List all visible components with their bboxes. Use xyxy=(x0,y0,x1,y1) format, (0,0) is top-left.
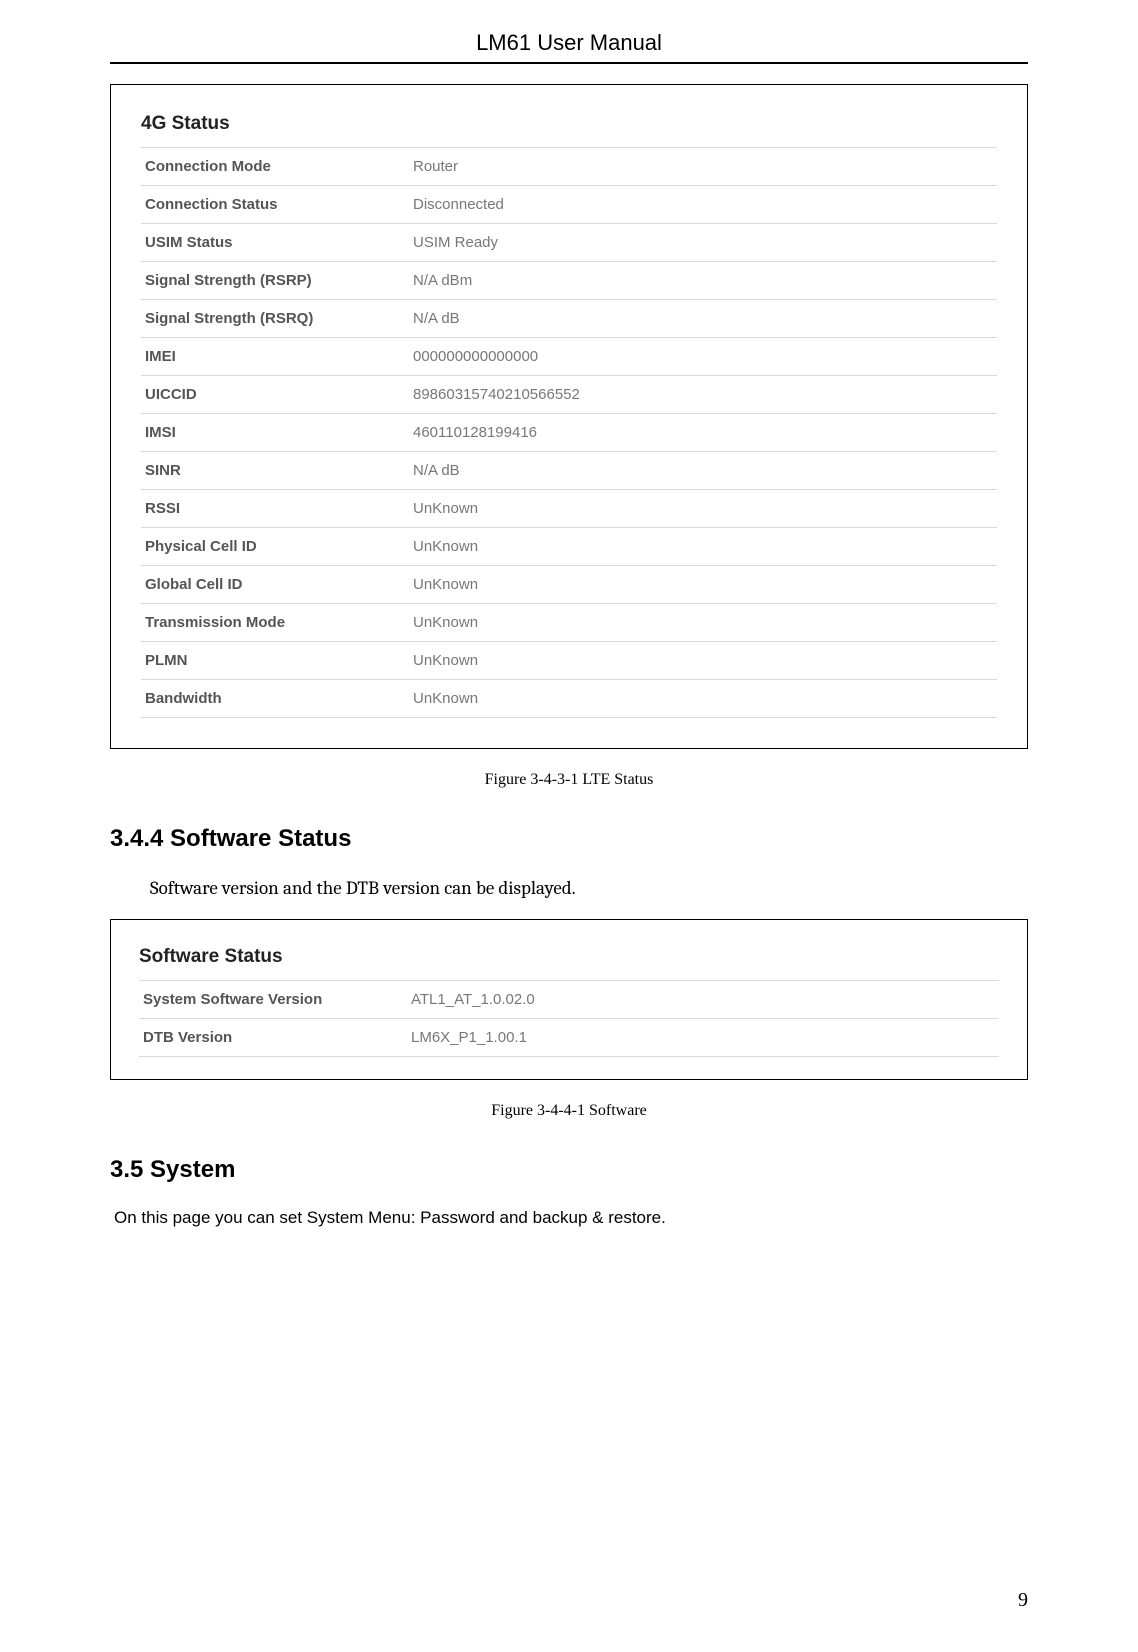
row-value: LM6X_P1_1.00.1 xyxy=(407,1019,999,1057)
row-value: 89860315740210566552 xyxy=(409,376,997,414)
row-label: Transmission Mode xyxy=(141,604,409,642)
section-heading-software-status: 3.4.4 Software Status xyxy=(110,825,1028,853)
row-value: ATL1_AT_1.0.02.0 xyxy=(407,981,999,1019)
table-row: USIM Status USIM Ready xyxy=(141,224,997,262)
row-value: UnKnown xyxy=(409,680,997,718)
table-row: PLMN UnKnown xyxy=(141,642,997,680)
row-label: Global Cell ID xyxy=(141,566,409,604)
row-label: SINR xyxy=(141,452,409,490)
header-rule xyxy=(110,62,1028,64)
row-label: UICCID xyxy=(141,376,409,414)
row-value: N/A dBm xyxy=(409,262,997,300)
table-row: Bandwidth UnKnown xyxy=(141,680,997,718)
table-row: DTB Version LM6X_P1_1.00.1 xyxy=(139,1019,999,1057)
row-label: USIM Status xyxy=(141,224,409,262)
manual-title: LM61 User Manual xyxy=(110,30,1028,56)
software-status-body: Software version and the DTB version can… xyxy=(150,877,1028,899)
row-label: Connection Status xyxy=(141,186,409,224)
figure-caption-lte: Figure 3-4-3-1 LTE Status xyxy=(110,771,1028,789)
row-value: UnKnown xyxy=(409,642,997,680)
4g-status-title: 4G Status xyxy=(141,105,997,147)
row-value: 460110128199416 xyxy=(409,414,997,452)
row-value: N/A dB xyxy=(409,452,997,490)
row-label: IMEI xyxy=(141,338,409,376)
software-status-table: System Software Version ATL1_AT_1.0.02.0… xyxy=(139,980,999,1057)
row-value: UnKnown xyxy=(409,490,997,528)
table-row: Connection Status Disconnected xyxy=(141,186,997,224)
table-row: IMEI 000000000000000 xyxy=(141,338,997,376)
row-label: RSSI xyxy=(141,490,409,528)
row-label: Connection Mode xyxy=(141,148,409,186)
figure-caption-software: Figure 3-4-4-1 Software xyxy=(110,1102,1028,1120)
4g-status-panel: 4G Status Connection Mode Router Connect… xyxy=(110,84,1028,749)
row-value: UnKnown xyxy=(409,528,997,566)
row-label: DTB Version xyxy=(139,1019,407,1057)
table-row: UICCID 89860315740210566552 xyxy=(141,376,997,414)
row-value: UnKnown xyxy=(409,566,997,604)
row-label: Signal Strength (RSRP) xyxy=(141,262,409,300)
table-row: IMSI 460110128199416 xyxy=(141,414,997,452)
4g-status-table: Connection Mode Router Connection Status… xyxy=(141,147,997,718)
row-value: Router xyxy=(409,148,997,186)
row-label: Signal Strength (RSRQ) xyxy=(141,300,409,338)
row-value: N/A dB xyxy=(409,300,997,338)
row-label: PLMN xyxy=(141,642,409,680)
table-row: SINR N/A dB xyxy=(141,452,997,490)
software-status-panel: Software Status System Software Version … xyxy=(110,919,1028,1080)
row-value: 000000000000000 xyxy=(409,338,997,376)
table-row: Physical Cell ID UnKnown xyxy=(141,528,997,566)
row-value: UnKnown xyxy=(409,604,997,642)
table-row: Signal Strength (RSRQ) N/A dB xyxy=(141,300,997,338)
row-label: Physical Cell ID xyxy=(141,528,409,566)
row-label: System Software Version xyxy=(139,981,407,1019)
row-value: Disconnected xyxy=(409,186,997,224)
table-row: Transmission Mode UnKnown xyxy=(141,604,997,642)
table-row: Signal Strength (RSRP) N/A dBm xyxy=(141,262,997,300)
row-value: USIM Ready xyxy=(409,224,997,262)
row-label: IMSI xyxy=(141,414,409,452)
page-container: LM61 User Manual 4G Status Connection Mo… xyxy=(0,0,1138,1652)
page-number: 9 xyxy=(1018,1589,1028,1612)
system-body: On this page you can set System Menu: Pa… xyxy=(114,1208,1028,1228)
table-row: Connection Mode Router xyxy=(141,148,997,186)
table-row: Global Cell ID UnKnown xyxy=(141,566,997,604)
software-status-title: Software Status xyxy=(139,938,999,980)
section-heading-system: 3.5 System xyxy=(110,1156,1028,1184)
row-label: Bandwidth xyxy=(141,680,409,718)
table-row: System Software Version ATL1_AT_1.0.02.0 xyxy=(139,981,999,1019)
table-row: RSSI UnKnown xyxy=(141,490,997,528)
